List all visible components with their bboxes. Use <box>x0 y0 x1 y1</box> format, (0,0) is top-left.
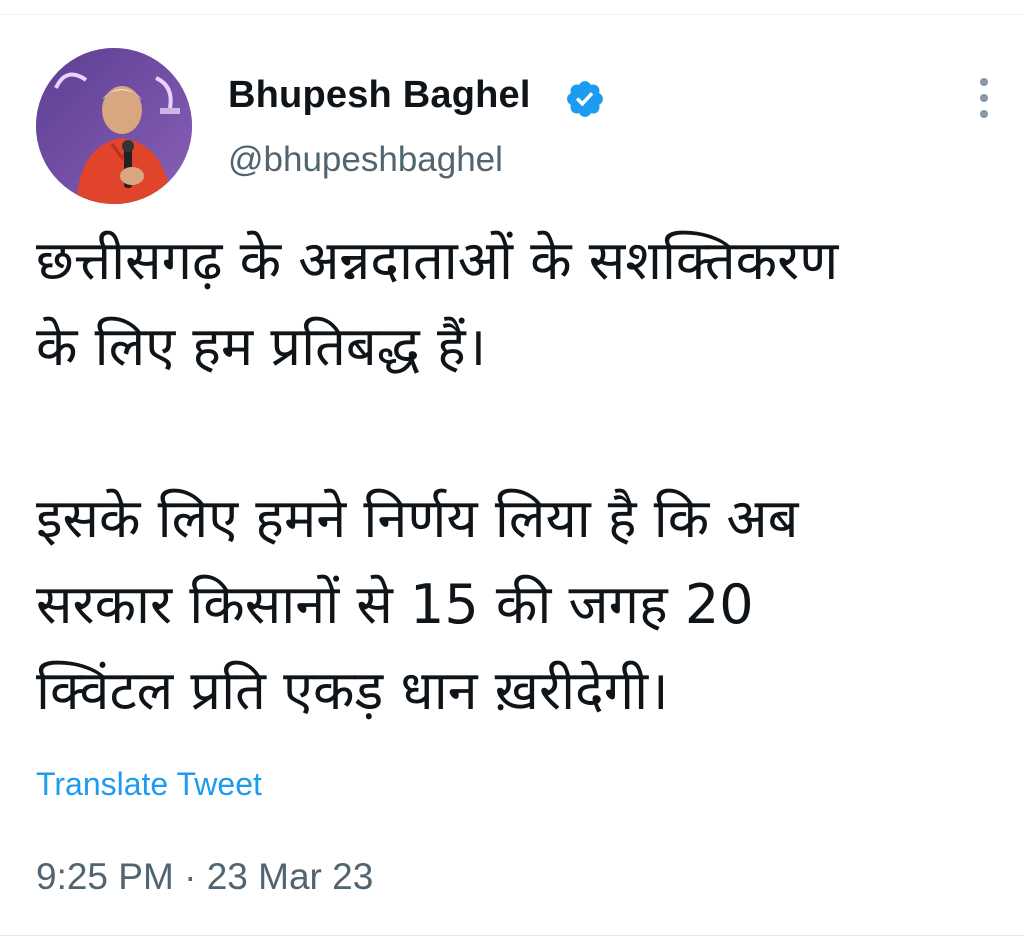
more-options-icon <box>980 94 988 102</box>
tweet-timestamp[interactable]: 9:25 PM · 23 Mar 23 <box>36 856 373 898</box>
tweet-text-line: छत्तीसगढ़ के अन्नदाताओं के सशक्तिकरण <box>36 229 839 292</box>
tweet-text-line: क्विंटल प्रति एकड़ धान ख़रीदेगी। <box>36 659 669 722</box>
timestamp-separator: · <box>184 856 197 897</box>
tweet-text-line: इसके लिए हमने निर्णय लिया है कि अब <box>36 487 799 550</box>
more-options-button[interactable] <box>966 72 1002 124</box>
more-options-icon <box>980 78 988 86</box>
tweet-time: 9:25 PM <box>36 856 174 897</box>
bottom-divider <box>0 935 1024 936</box>
tweet-text: छत्तीसगढ़ के अन्नदाताओं के सशक्तिकरण के … <box>36 218 996 734</box>
more-options-icon <box>980 110 988 118</box>
author-display-name[interactable]: Bhupesh Baghel <box>228 74 531 117</box>
translate-tweet-link[interactable]: Translate Tweet <box>36 766 262 803</box>
verified-badge-icon <box>564 78 606 120</box>
tweet-text-line: के लिए हम प्रतिबद्ध हैं। <box>36 315 487 378</box>
avatar-photo-icon <box>36 48 192 204</box>
avatar[interactable] <box>36 48 192 204</box>
tweet-date: 23 Mar 23 <box>206 856 374 897</box>
tweet-text-line: सरकार किसानों से 15 की जगह 20 <box>36 573 754 636</box>
top-divider <box>0 14 1024 15</box>
author-handle[interactable]: @bhupeshbaghel <box>228 140 503 180</box>
